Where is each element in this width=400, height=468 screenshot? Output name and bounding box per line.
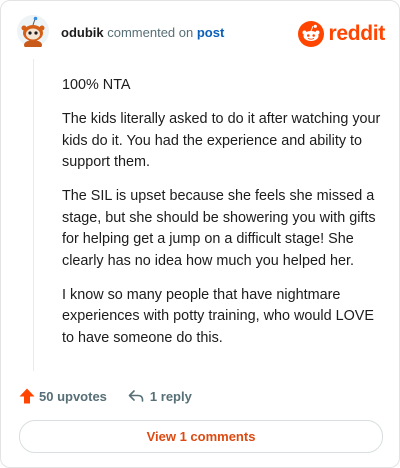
upvote-count: 50 upvotes xyxy=(39,388,107,404)
thread-line[interactable] xyxy=(33,59,34,371)
comment-paragraph: I know so many people that have nightmar… xyxy=(62,286,374,346)
comment-paragraph: The kids literally asked to do it after … xyxy=(62,111,381,170)
reply-button[interactable]: 1 reply xyxy=(127,387,192,405)
reply-count: 1 reply xyxy=(149,388,192,404)
comment-card: odubik commented on post reddit 100% NTA… xyxy=(0,0,400,468)
view-comments-button[interactable]: View 1 comments xyxy=(19,420,383,453)
comment-body: 100% NTA The kids literally asked to do … xyxy=(62,75,384,362)
upvote-button[interactable]: 50 upvotes xyxy=(18,387,107,405)
post-link[interactable]: post xyxy=(197,25,224,40)
reddit-brand[interactable]: reddit xyxy=(298,21,385,47)
comment-header: odubik commented on post xyxy=(61,25,224,41)
comment-actions: 50 upvotes 1 reply xyxy=(18,387,192,405)
comment-paragraph: 100% NTA xyxy=(62,77,131,93)
snoo-avatar-icon[interactable] xyxy=(17,15,49,47)
reddit-logo-icon xyxy=(298,21,325,47)
reply-arrow-icon xyxy=(128,390,144,402)
upvote-arrow-icon[interactable] xyxy=(18,387,36,405)
brand-name: reddit xyxy=(328,22,385,45)
comment-paragraph: The SIL is upset because she feels she m… xyxy=(62,188,376,269)
author-name[interactable]: odubik xyxy=(61,25,104,40)
header-action-text: commented on xyxy=(107,25,194,40)
